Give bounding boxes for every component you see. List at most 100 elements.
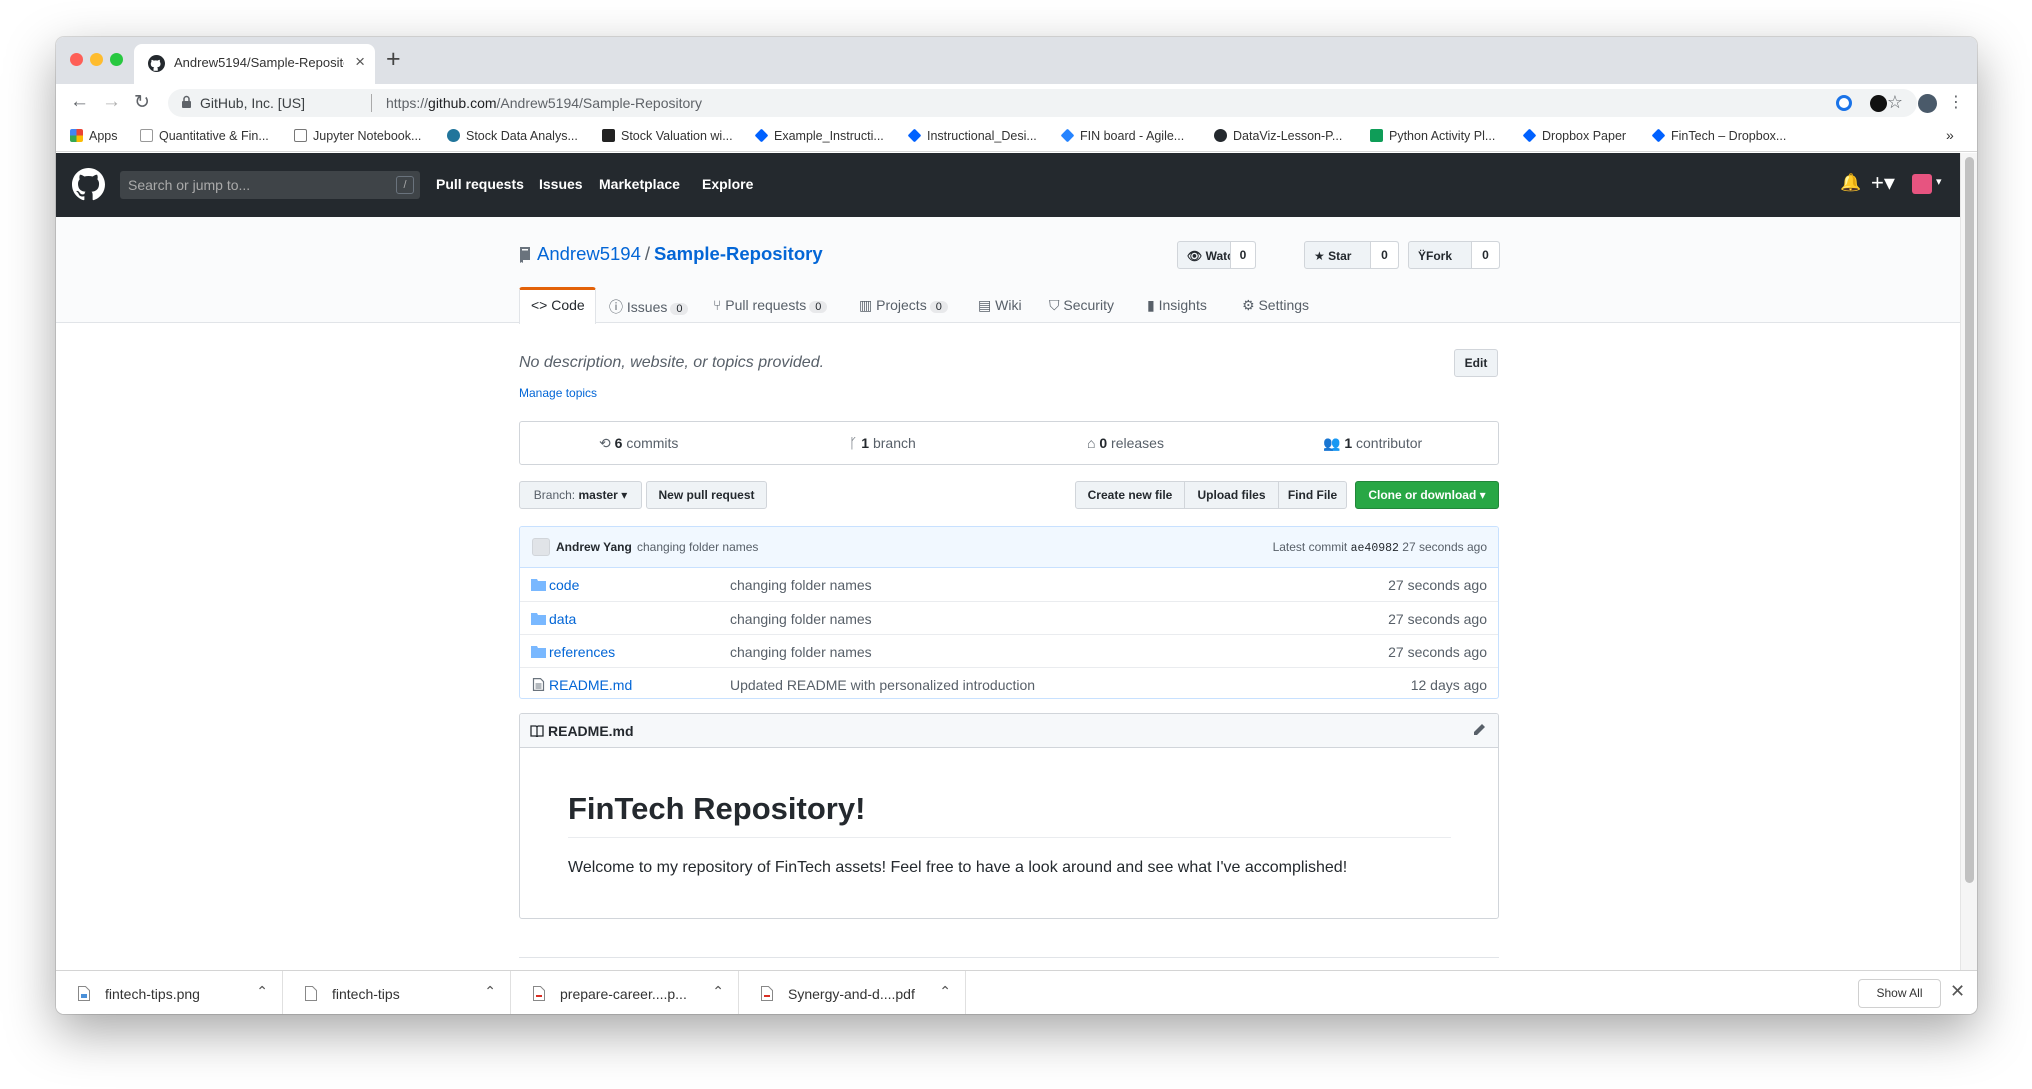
repo-name-link[interactable]: Sample-Repository <box>654 243 823 264</box>
star-button[interactable]: ★ Star 0 <box>1304 241 1399 269</box>
commit-author[interactable]: Andrew Yang <box>556 540 632 554</box>
table-row[interactable]: README.md Updated README with personaliz… <box>520 667 1498 698</box>
chevron-up-icon[interactable]: ⌃ <box>712 983 724 1000</box>
tab-code[interactable]: <> Code <box>531 297 585 313</box>
extension-ring-icon[interactable] <box>1836 95 1852 111</box>
new-tab-button[interactable]: + <box>386 45 401 74</box>
issue-icon: ⓘ <box>609 299 623 315</box>
notifications-bell-icon[interactable]: 🔔 <box>1840 173 1861 193</box>
commit-sha-link[interactable]: ae40982 <box>1351 542 1399 555</box>
tab-strip: Andrew5194/Sample-Reposito × + <box>56 37 1977 84</box>
file-commit-message[interactable]: changing folder names <box>730 577 872 593</box>
browser-tab[interactable]: Andrew5194/Sample-Reposito × <box>134 44 375 84</box>
footer-divider <box>519 957 1499 958</box>
bookmark-quant[interactable]: Quantitative & Fin... <box>140 129 269 143</box>
password-manager-icon[interactable] <box>1870 95 1887 112</box>
github-search-input[interactable]: Search or jump to... / <box>120 171 420 199</box>
contributors-link[interactable]: 👥 1 contributor <box>1323 435 1422 452</box>
download-item[interactable]: fintech-tips.png ⌃ <box>56 971 283 1014</box>
show-all-downloads-button[interactable]: Show All <box>1858 979 1941 1008</box>
file-name-link[interactable]: data <box>549 611 576 627</box>
profile-avatar[interactable] <box>1918 94 1937 113</box>
github-logo-icon[interactable] <box>72 168 105 201</box>
browser-menu-icon[interactable]: ⋮ <box>1948 92 1964 112</box>
pencil-icon[interactable] <box>1472 723 1486 737</box>
tab-insights[interactable]: ▮ Insights <box>1147 297 1207 314</box>
download-item[interactable]: prepare-career....p... ⌃ <box>511 971 739 1014</box>
bookmark-fin-board[interactable]: FIN board - Agile... <box>1060 128 1184 143</box>
scrollbar-thumb[interactable] <box>1965 157 1974 883</box>
releases-link[interactable]: ⌂ 0 releases <box>1087 435 1164 451</box>
branches-link[interactable]: ᚴ 1 branch <box>849 435 916 451</box>
reload-icon[interactable]: ↻ <box>134 91 150 114</box>
clone-or-download-button[interactable]: Clone or download ▾ <box>1355 481 1499 509</box>
bookmark-example-instructional[interactable]: Example_Instructi... <box>754 128 884 143</box>
page-scrollbar[interactable] <box>1960 153 1977 970</box>
bookmark-dropbox-paper[interactable]: Dropbox Paper <box>1522 128 1626 143</box>
bookmark-stock-valuation[interactable]: Stock Valuation wi... <box>602 129 733 143</box>
file-name-link[interactable]: code <box>549 577 579 593</box>
find-file-button[interactable]: Find File <box>1278 481 1347 509</box>
edit-description-button[interactable]: Edit <box>1454 349 1498 377</box>
manage-topics-link[interactable]: Manage topics <box>519 386 597 400</box>
watch-count[interactable]: 0 <box>1230 242 1255 268</box>
header-nav-pull-requests[interactable]: Pull requests <box>436 176 524 192</box>
tab-issues[interactable]: ⓘ Issues 0 <box>609 297 689 317</box>
tab-projects[interactable]: ▥ Projects 0 <box>859 297 948 314</box>
maximize-window-button[interactable] <box>110 53 123 66</box>
forward-arrow-icon[interactable]: → <box>102 91 121 113</box>
address-bar[interactable]: GitHub, Inc. [US] https://github.com/And… <box>168 89 1917 117</box>
header-nav-explore[interactable]: Explore <box>702 176 753 192</box>
table-row[interactable]: code changing folder names 27 seconds ag… <box>520 568 1498 601</box>
bookmark-python-activity[interactable]: Python Activity Pl... <box>1370 129 1495 143</box>
commits-link[interactable]: ⟲ 6 commits <box>599 435 678 452</box>
user-avatar[interactable] <box>1912 174 1932 194</box>
file-name-link[interactable]: README.md <box>549 677 632 693</box>
bookmark-apps[interactable]: Apps <box>70 129 118 143</box>
download-item[interactable]: fintech-tips ⌃ <box>283 971 511 1014</box>
commit-author-avatar[interactable] <box>532 538 550 556</box>
watch-button[interactable]: 👁 Watch ▾ 0 <box>1177 241 1256 269</box>
back-arrow-icon[interactable]: ← <box>70 91 89 113</box>
header-nav-issues[interactable]: Issues <box>539 176 583 192</box>
download-item[interactable]: Synergy-and-d....pdf ⌃ <box>739 971 966 1014</box>
table-row[interactable]: data changing folder names 27 seconds ag… <box>520 601 1498 634</box>
tab-wiki[interactable]: ▤ Wiki <box>978 297 1022 314</box>
commit-message[interactable]: changing folder names <box>637 540 758 554</box>
file-commit-message[interactable]: changing folder names <box>730 644 872 660</box>
bookmarks-overflow[interactable]: » <box>1946 127 1954 143</box>
close-window-button[interactable] <box>70 53 83 66</box>
download-filename: fintech-tips <box>332 986 400 1002</box>
create-new-file-button[interactable]: Create new file <box>1075 481 1185 509</box>
file-commit-message[interactable]: changing folder names <box>730 611 872 627</box>
repo-owner-link[interactable]: Andrew5194 <box>537 243 641 264</box>
file-commit-message[interactable]: Updated README with personalized introdu… <box>730 677 1035 693</box>
user-menu-caret-icon[interactable]: ▾ <box>1936 175 1942 188</box>
bookmark-stock-data[interactable]: Stock Data Analys... <box>447 129 578 143</box>
fork-button[interactable]: ŸFork 0 <box>1408 241 1500 269</box>
bookmark-dataviz[interactable]: DataViz-Lesson-P... <box>1214 129 1342 143</box>
chevron-up-icon[interactable]: ⌃ <box>256 983 268 1000</box>
bookmark-jupyter[interactable]: Jupyter Notebook... <box>294 129 421 143</box>
dropbox-icon <box>1651 128 1666 143</box>
file-name-link[interactable]: references <box>549 644 615 660</box>
chevron-up-icon[interactable]: ⌃ <box>484 983 496 1000</box>
tab-pull-requests[interactable]: ⑂ Pull requests 0 <box>713 297 828 313</box>
minimize-window-button[interactable] <box>90 53 103 66</box>
star-count[interactable]: 0 <box>1370 242 1398 268</box>
create-new-plus-icon[interactable]: +▾ <box>1871 170 1895 196</box>
branch-select-button[interactable]: Branch: master ▾ <box>519 481 642 509</box>
bookmark-star-icon[interactable]: ☆ <box>1887 92 1903 113</box>
upload-files-button[interactable]: Upload files <box>1184 481 1279 509</box>
close-downloads-icon[interactable]: ✕ <box>1950 981 1965 1002</box>
new-pull-request-button[interactable]: New pull request <box>646 481 767 509</box>
tab-close-icon[interactable]: × <box>355 52 365 72</box>
tab-security[interactable]: ⛉ Security <box>1049 297 1114 314</box>
bookmark-instructional-design[interactable]: Instructional_Desi... <box>907 128 1037 143</box>
header-nav-marketplace[interactable]: Marketplace <box>599 176 680 192</box>
table-row[interactable]: references changing folder names 27 seco… <box>520 634 1498 667</box>
bookmark-fintech-dropbox[interactable]: FinTech – Dropbox... <box>1651 128 1786 143</box>
fork-count[interactable]: 0 <box>1471 242 1499 268</box>
tab-settings[interactable]: ⚙ Settings <box>1242 297 1309 314</box>
chevron-up-icon[interactable]: ⌃ <box>939 983 951 1000</box>
